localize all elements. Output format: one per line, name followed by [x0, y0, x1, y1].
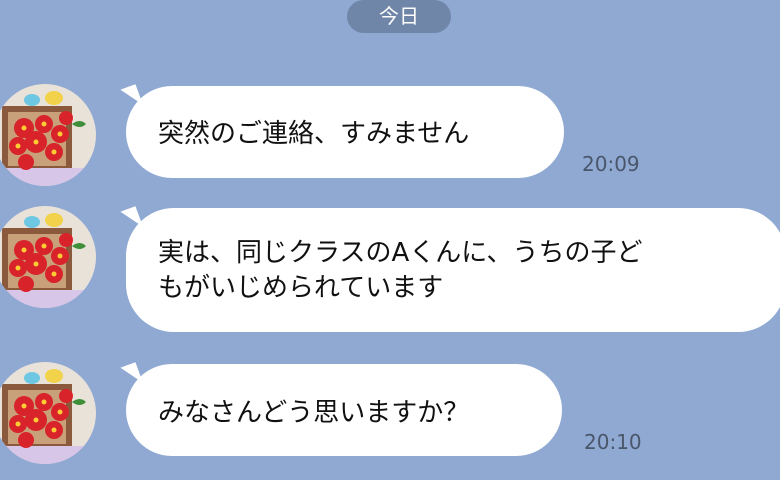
message-time: 20:09 [582, 152, 640, 176]
message-text: 突然のご連絡、すみません [158, 119, 470, 149]
bubble-tail [111, 362, 143, 392]
bubble-tail [111, 206, 143, 236]
message-text: 実は、同じクラスのAくんに、うちの子ど もがいじめられています [158, 238, 643, 303]
flower-bouquet-icon [0, 84, 96, 186]
flower-bouquet-icon [0, 362, 96, 464]
bubble-tail [111, 84, 143, 114]
sender-avatar[interactable] [0, 206, 96, 308]
sender-avatar[interactable] [0, 84, 96, 186]
sender-avatar[interactable] [0, 362, 96, 464]
date-separator: 今日 [347, 0, 451, 33]
message-bubble-1[interactable]: 突然のご連絡、すみません [111, 84, 564, 178]
message-bubble-2[interactable]: 実は、同じクラスのAくんに、うちの子ど もがいじめられています [111, 206, 780, 332]
flower-bouquet-icon [0, 206, 96, 308]
message-time: 20:10 [584, 430, 642, 454]
message-text: みなさんどう思いますか？ [158, 398, 470, 428]
message-bubble-3[interactable]: みなさんどう思いますか？ [111, 362, 562, 456]
